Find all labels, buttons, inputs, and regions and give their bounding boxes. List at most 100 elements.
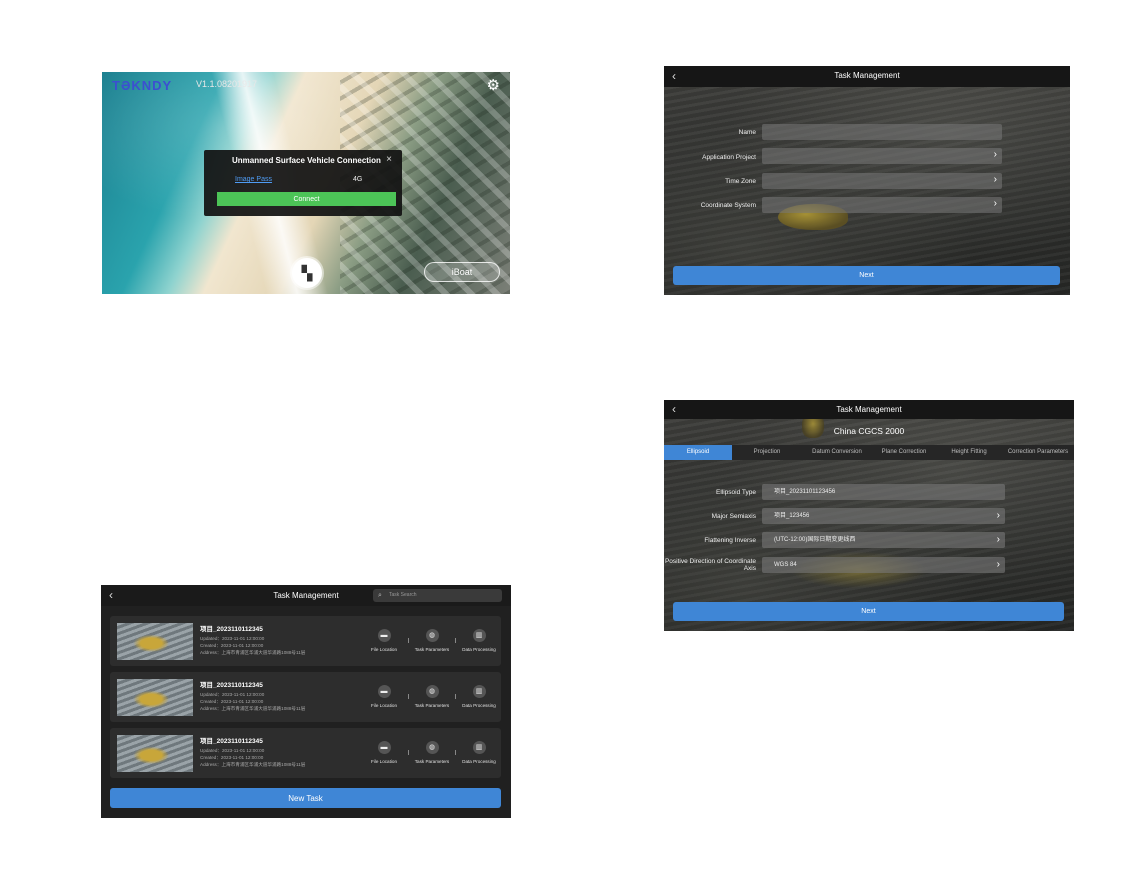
chart-icon: ▥ — [472, 741, 486, 754]
chart-icon: ▥ — [472, 629, 486, 642]
task-card[interactable]: 项目_2023110112345 Updated：2023-11-01 12:0… — [110, 672, 501, 722]
usv-connection-screen: TƏKNDY V1.1.08201917 ⚙ Unmanned Surface … — [102, 72, 510, 294]
data-processing-button[interactable]: ▥ Data Processing — [456, 629, 502, 652]
top-bar: ‹ Task Management — [664, 66, 1070, 87]
data-processing-label: Data Processing — [462, 647, 496, 652]
search-placeholder: Task Search — [389, 592, 417, 598]
file-location-button[interactable]: ▬ File Location — [361, 741, 407, 764]
task-thumbnail — [117, 735, 193, 772]
task-name: 项目_2023110112345 — [200, 626, 263, 633]
image-pass-link[interactable]: Image Pass — [235, 176, 272, 183]
top-bar: ‹ Task Management — [664, 400, 1074, 419]
page-title: Task Management — [834, 71, 900, 80]
ellipsoid-type-field[interactable]: 项目_20231101123456 — [762, 484, 1005, 500]
task-card[interactable]: 项目_2023110112345 Updated：2023-11-01 12:0… — [110, 616, 501, 666]
connect-button[interactable]: Connect — [217, 192, 396, 206]
task-updated: Updated：2023-11-01 12:00:00 — [200, 748, 265, 753]
task-parameters-button[interactable]: ◍ Task Parameters — [409, 629, 455, 652]
task-card[interactable]: 项目_2023110112345 Updated：2023-11-01 12:0… — [110, 728, 501, 778]
tab-datum-conversion[interactable]: Datum Conversion — [802, 445, 872, 460]
application-project-label: Application Project — [702, 154, 756, 161]
chevron-right-icon: › — [996, 510, 1000, 521]
file-location-button[interactable]: ▬ File Location — [361, 685, 407, 708]
folder-icon: ▬ — [377, 741, 391, 754]
flattening-inverse-field[interactable]: (UTC-12:00)国际日期变更线西 › — [762, 532, 1005, 548]
task-list-screen: ‹ Task Management ⌕ Task Search 项目_20231… — [101, 585, 511, 818]
globe-icon: ◍ — [425, 741, 439, 754]
coordinate-system-field[interactable]: › — [762, 197, 1002, 213]
tab-bar: Ellipsoid Projection Datum Conversion Pl… — [664, 445, 1074, 460]
iboat-button[interactable]: iBoat — [424, 262, 500, 282]
ellipsoid-type-label: Ellipsoid Type — [716, 489, 756, 496]
task-thumbnail — [117, 679, 193, 716]
task-created: Created：2023-11-01 12:00:00 — [200, 643, 264, 648]
chart-icon: ▥ — [472, 685, 486, 698]
search-icon: ⌕ — [378, 592, 382, 599]
task-created: Created：2023-11-01 12:00:00 — [200, 755, 264, 760]
data-processing-label: Data Processing — [462, 703, 496, 708]
chevron-right-icon: › — [993, 174, 997, 185]
time-zone-field[interactable]: › — [762, 173, 1002, 189]
task-parameters-button[interactable]: ◍ Task Parameters — [409, 685, 455, 708]
application-project-field[interactable]: › — [762, 148, 1002, 164]
tab-ellipsoid[interactable]: Ellipsoid — [664, 445, 732, 460]
task-updated: Updated：2023-11-01 12:00:00 — [200, 636, 265, 641]
page-title: Task Management — [836, 405, 902, 414]
app-logo: TƏKNDY — [112, 78, 173, 93]
chevron-right-icon: › — [996, 534, 1000, 545]
task-updated: Updated：2023-11-01 12:00:00 — [200, 692, 265, 697]
app-version: V1.1.08201917 — [196, 79, 258, 89]
next-button[interactable]: Next — [673, 602, 1064, 621]
coordinate-system-label: Coordinate System — [700, 202, 756, 209]
flattening-inverse-value: (UTC-12:00)国际日期变更线西 — [774, 537, 856, 543]
time-zone-label: Time Zone — [725, 178, 756, 185]
tab-projection[interactable]: Projection — [732, 445, 802, 460]
positive-direction-value: WGS 84 — [774, 562, 797, 568]
major-semiaxis-value: 项目_123456 — [774, 513, 810, 519]
tab-height-fitting[interactable]: Height Fitting — [936, 445, 1002, 460]
tab-plane-correction[interactable]: Plane Correction — [872, 445, 936, 460]
search-input[interactable]: ⌕ Task Search — [373, 589, 502, 602]
task-created: Created：2023-11-01 12:00:00 — [200, 699, 264, 704]
file-location-label: File Location — [370, 703, 398, 708]
task-parameters-button[interactable]: ◍ Task Parameters — [409, 741, 455, 764]
new-task-button[interactable]: New Task — [110, 788, 501, 808]
major-semiaxis-field[interactable]: 项目_123456 › — [762, 508, 1005, 524]
folder-icon: ▬ — [377, 685, 391, 698]
globe-icon: ◍ — [425, 685, 439, 698]
task-address: Address：上海市青浦区华浦大道华浦路1088号11层 — [200, 650, 306, 655]
data-processing-button[interactable]: ▥ Data Processing — [456, 741, 502, 764]
data-processing-label: Data Processing — [462, 759, 496, 764]
task-address: Address：上海市青浦区华浦大道华浦路1088号11层 — [200, 706, 306, 711]
folder-icon: ▬ — [377, 629, 391, 642]
task-name: 项目_2023110112345 — [200, 682, 263, 689]
chevron-right-icon: › — [993, 149, 997, 160]
coordinate-system-name: China CGCS 2000 — [833, 426, 905, 436]
grid-menu-button[interactable]: ▚ — [292, 258, 322, 288]
close-icon[interactable]: × — [386, 154, 392, 165]
task-address: Address：上海市青浦区华浦大道华浦路1088号11层 — [200, 762, 306, 767]
name-label: Name — [738, 129, 756, 136]
next-button[interactable]: Next — [673, 266, 1060, 285]
task-parameters-label: Task Parameters — [414, 703, 450, 708]
gear-icon[interactable]: ⚙ — [487, 76, 500, 94]
positive-direction-label: Positive Direction of Coordinate Axis — [664, 558, 756, 572]
connection-dialog: Unmanned Surface Vehicle Connection × Im… — [204, 150, 402, 216]
task-name: 项目_2023110112345 — [200, 738, 263, 745]
task-parameters-label: Task Parameters — [414, 647, 450, 652]
tab-correction-parameters[interactable]: Correction Parameters — [1002, 445, 1074, 460]
dialog-title: Unmanned Surface Vehicle Connection — [232, 156, 381, 165]
chevron-right-icon: › — [993, 198, 997, 209]
major-semiaxis-label: Major Semiaxis — [711, 513, 756, 520]
coordinate-system-screen: ‹ Task Management China CGCS 2000 Ellips… — [664, 400, 1074, 631]
task-thumbnail — [117, 623, 193, 660]
file-location-label: File Location — [370, 647, 398, 652]
name-field[interactable] — [762, 124, 1002, 140]
file-location-label: File Location — [370, 759, 398, 764]
chevron-right-icon: › — [996, 559, 1000, 570]
file-location-button[interactable]: ▬ File Location — [361, 629, 407, 652]
network-type: 4G — [353, 176, 363, 183]
positive-direction-field[interactable]: WGS 84 › — [762, 557, 1005, 573]
globe-icon: ◍ — [425, 629, 439, 642]
data-processing-button[interactable]: ▥ Data Processing — [456, 685, 502, 708]
